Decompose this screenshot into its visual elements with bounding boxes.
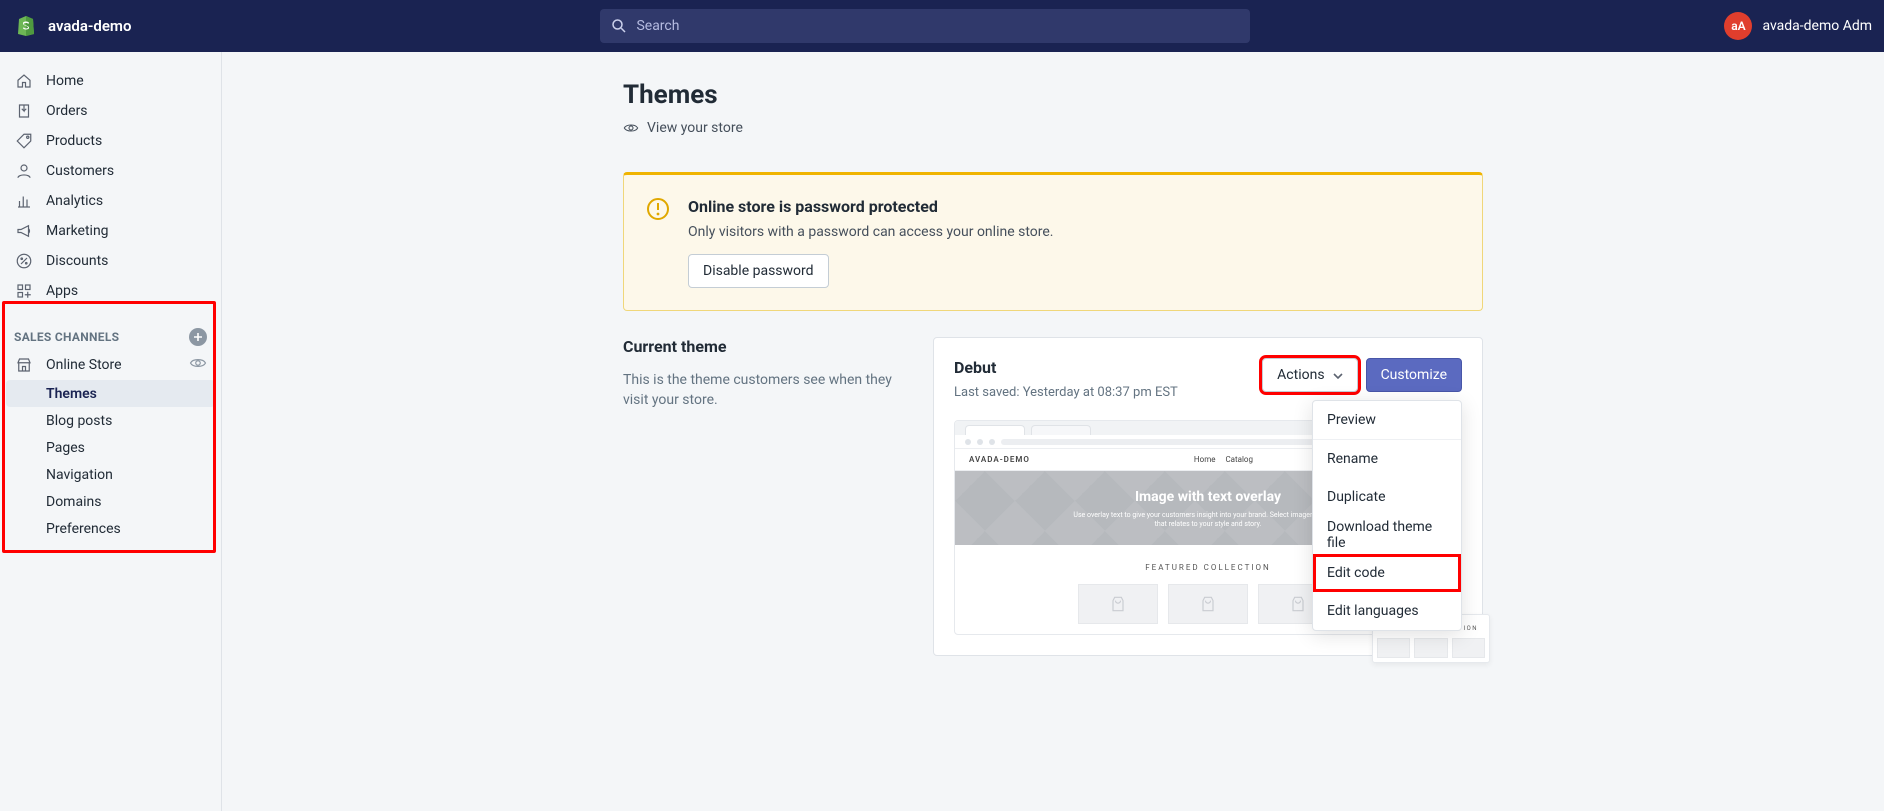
topbar: avada-demo Search aA avada-demo Adm [0, 0, 1884, 52]
last-saved: Last saved: Yesterday at 08:37 pm EST [954, 385, 1178, 400]
megaphone-icon [14, 221, 34, 241]
sales-channels-header: SALES CHANNELS [0, 324, 221, 350]
sidebar-item-label: Online Store [46, 357, 122, 373]
search-input[interactable]: Search [600, 9, 1250, 43]
search-placeholder: Search [636, 18, 679, 34]
sidebar-item-orders[interactable]: Orders [0, 96, 221, 126]
preview-product-placeholder [1168, 584, 1248, 624]
actions-menu-rename[interactable]: Rename [1313, 440, 1461, 478]
sidebar-item-products[interactable]: Products [0, 126, 221, 156]
user-name: avada-demo Adm [1762, 18, 1872, 34]
actions-dropdown: Preview Rename Duplicate Download theme … [1312, 400, 1462, 631]
sidebar-subitem-preferences[interactable]: Preferences [0, 515, 221, 542]
sidebar: Home Orders Products Customers Analytics… [0, 52, 222, 811]
caret-down-icon [1333, 367, 1343, 383]
sidebar-subitem-label: Domains [46, 494, 101, 510]
search-icon [610, 17, 628, 35]
sidebar-item-marketing[interactable]: Marketing [0, 216, 221, 246]
sidebar-subitem-themes[interactable]: Themes [6, 380, 215, 407]
sidebar-item-apps[interactable]: Apps [0, 276, 221, 306]
store-icon [14, 355, 34, 375]
preview-hero-desc: Use overlay text to give your customers … [1068, 511, 1348, 529]
apps-icon [14, 281, 34, 301]
discount-icon [14, 251, 34, 271]
sidebar-item-online-store[interactable]: Online Store [0, 350, 221, 380]
view-store-label: View your store [647, 120, 743, 136]
add-channel-button[interactable] [189, 328, 207, 346]
sidebar-item-label: Discounts [46, 253, 108, 269]
actions-menu-edit-code[interactable]: Edit code [1313, 554, 1461, 592]
sidebar-item-discounts[interactable]: Discounts [0, 246, 221, 276]
analytics-icon [14, 191, 34, 211]
eye-icon [623, 120, 639, 136]
sidebar-item-label: Orders [46, 103, 88, 119]
password-banner: Online store is password protected Only … [623, 172, 1483, 311]
banner-description: Only visitors with a password can access… [688, 224, 1053, 240]
page-title: Themes [623, 80, 1483, 110]
theme-name: Debut [954, 358, 1178, 377]
shopify-logo-icon [14, 14, 38, 38]
sales-channels-label: SALES CHANNELS [14, 330, 119, 344]
current-theme-description: This is the theme customers see when the… [623, 370, 913, 411]
sidebar-subitem-pages[interactable]: Pages [0, 434, 221, 461]
preview-nav-link: Home [1194, 455, 1216, 464]
home-icon [14, 71, 34, 91]
main-content: Themes View your store Online store is p… [222, 52, 1884, 811]
sidebar-item-label: Marketing [46, 223, 109, 239]
customize-button[interactable]: Customize [1366, 358, 1462, 392]
sidebar-subitem-label: Pages [46, 440, 85, 456]
preview-product-placeholder [1078, 584, 1158, 624]
actions-menu-edit-languages[interactable]: Edit languages [1313, 592, 1461, 630]
avatar: aA [1724, 12, 1752, 40]
banner-title: Online store is password protected [688, 197, 1053, 216]
search-container: Search [600, 9, 1250, 43]
sidebar-item-label: Home [46, 73, 84, 89]
warning-icon [646, 197, 670, 221]
orders-icon [14, 101, 34, 121]
tag-icon [14, 131, 34, 151]
person-icon [14, 161, 34, 181]
sidebar-subitem-label: Preferences [46, 521, 121, 537]
disable-password-button[interactable]: Disable password [688, 254, 829, 288]
eye-icon[interactable] [189, 354, 207, 376]
sidebar-subitem-label: Navigation [46, 467, 113, 483]
sidebar-item-label: Products [46, 133, 102, 149]
actions-menu-download[interactable]: Download theme file [1313, 516, 1461, 554]
section-meta: Current theme This is the theme customer… [623, 337, 913, 656]
brand[interactable]: avada-demo [0, 14, 145, 38]
sidebar-subitem-blog-posts[interactable]: Blog posts [0, 407, 221, 434]
sidebar-subitem-label: Themes [46, 386, 97, 402]
preview-brand: AVADA-DEMO [969, 455, 1030, 464]
current-theme-heading: Current theme [623, 337, 913, 356]
view-store-link[interactable]: View your store [623, 120, 1483, 136]
actions-button[interactable]: Actions [1262, 358, 1357, 392]
sidebar-item-label: Analytics [46, 193, 103, 209]
sidebar-subitem-navigation[interactable]: Navigation [0, 461, 221, 488]
actions-menu-duplicate[interactable]: Duplicate [1313, 478, 1461, 516]
preview-nav-link: Catalog [1225, 455, 1253, 464]
sidebar-subitem-label: Blog posts [46, 413, 112, 429]
theme-card: Debut Last saved: Yesterday at 08:37 pm … [933, 337, 1483, 656]
store-name: avada-demo [48, 17, 131, 35]
sidebar-item-analytics[interactable]: Analytics [0, 186, 221, 216]
actions-menu-preview[interactable]: Preview [1313, 401, 1461, 439]
sidebar-subitem-domains[interactable]: Domains [0, 488, 221, 515]
sidebar-item-customers[interactable]: Customers [0, 156, 221, 186]
sidebar-item-home[interactable]: Home [0, 66, 221, 96]
user-menu[interactable]: aA avada-demo Adm [1712, 12, 1884, 40]
sidebar-item-label: Apps [46, 283, 78, 299]
sidebar-item-label: Customers [46, 163, 114, 179]
